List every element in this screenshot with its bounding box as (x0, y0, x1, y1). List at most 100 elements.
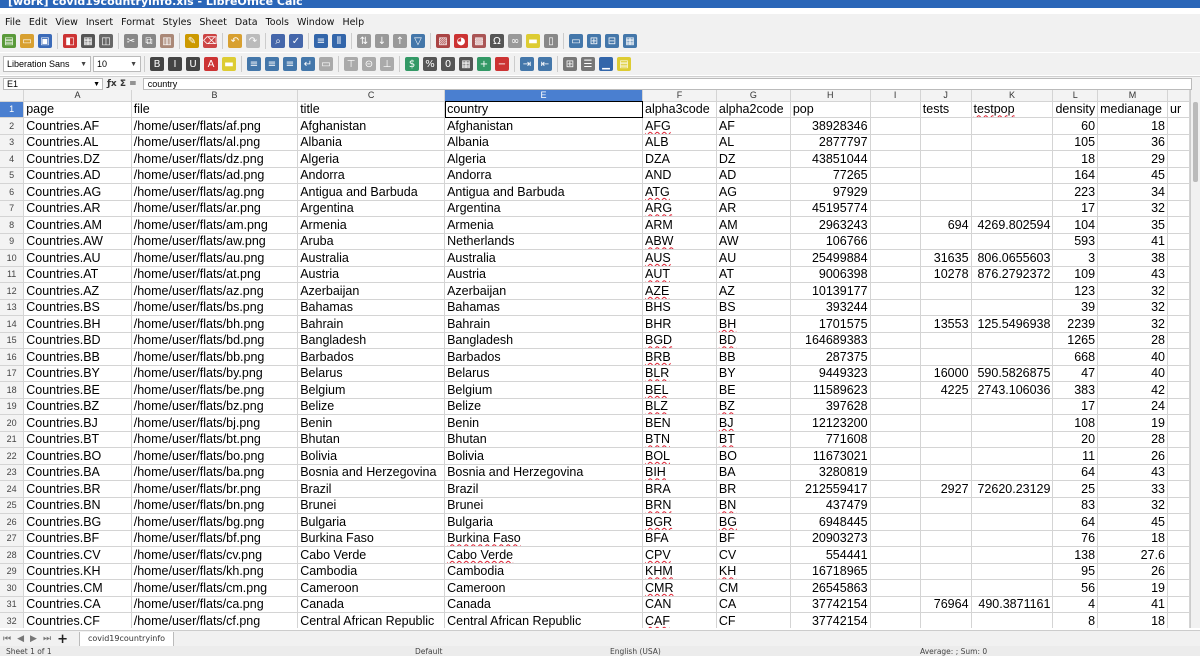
cell[interactable] (1167, 530, 1190, 547)
cell[interactable]: 47 (1052, 365, 1099, 382)
cell[interactable]: Countries.BA (23, 464, 132, 481)
split-window-icon[interactable]: ⊟ (605, 34, 619, 48)
row-header[interactable]: 4 (0, 150, 25, 168)
cell[interactable] (920, 117, 972, 135)
cell[interactable]: ATG (642, 183, 717, 201)
cell[interactable] (920, 464, 972, 481)
insert-chart-icon[interactable]: ◕ (454, 34, 468, 48)
cell[interactable] (870, 282, 921, 300)
cell[interactable]: 437479 (790, 497, 871, 514)
cell[interactable]: /home/user/flats/bz.png (131, 398, 299, 415)
cell[interactable]: Countries.DZ (23, 150, 132, 168)
cell[interactable]: Countries.AF (23, 117, 132, 135)
cell[interactable] (870, 563, 921, 580)
row-header[interactable]: 13 (0, 299, 25, 316)
new-document-icon[interactable]: ▤ (2, 34, 16, 48)
cell[interactable]: Canada (444, 596, 643, 613)
cell[interactable] (870, 266, 921, 283)
border-style-icon[interactable]: ☰ (581, 57, 595, 71)
cell[interactable] (1167, 150, 1190, 168)
cell[interactable] (920, 497, 972, 514)
cell[interactable]: 26 (1097, 563, 1169, 580)
menu-item-window[interactable]: Window (293, 17, 338, 28)
cell[interactable] (971, 299, 1054, 316)
row-header[interactable]: 12 (0, 282, 25, 300)
cell[interactable]: Benin (297, 414, 446, 432)
cell[interactable]: Countries.AT (23, 266, 132, 283)
cell[interactable]: /home/user/flats/bh.png (131, 315, 299, 333)
cell[interactable]: Countries.AU (23, 249, 132, 267)
cell[interactable]: /home/user/flats/bg.png (131, 513, 299, 531)
cell[interactable] (971, 464, 1054, 481)
cell[interactable]: Brazil (297, 480, 446, 498)
menu-item-edit[interactable]: Edit (25, 17, 51, 28)
cell[interactable] (920, 431, 972, 448)
cell[interactable]: Albania (297, 134, 446, 151)
cell[interactable]: /home/user/flats/am.png (131, 216, 299, 234)
cell[interactable]: CV (716, 546, 791, 564)
cell[interactable] (870, 579, 921, 597)
cell[interactable]: /home/user/flats/ba.png (131, 464, 299, 481)
cell[interactable]: 24 (1097, 398, 1169, 415)
cell[interactable]: /home/user/flats/ar.png (131, 200, 299, 217)
cell[interactable]: BLR (642, 365, 717, 382)
cell[interactable]: Bahrain (444, 315, 643, 333)
cell[interactable]: 876.2792372 (971, 266, 1054, 283)
cell[interactable] (870, 612, 921, 628)
cell[interactable]: BFA (642, 530, 717, 547)
row-header[interactable]: 17 (0, 365, 25, 382)
cell[interactable]: 37742154 (790, 596, 871, 613)
scrollbar-thumb[interactable] (1193, 102, 1198, 182)
redo-icon[interactable]: ↷ (246, 34, 260, 48)
cell[interactable] (971, 513, 1054, 531)
cell[interactable]: CF (716, 612, 791, 628)
cell[interactable]: file (131, 101, 299, 118)
cell[interactable]: 32 (1097, 282, 1169, 300)
cell[interactable]: Armenia (297, 216, 446, 234)
cell[interactable]: BGD (642, 332, 717, 349)
cell[interactable]: /home/user/flats/bj.png (131, 414, 299, 432)
cell[interactable]: 123 (1052, 282, 1099, 300)
clone-formatting-icon[interactable]: ✎ (185, 34, 199, 48)
cell[interactable] (920, 530, 972, 547)
cell[interactable]: BEL (642, 381, 717, 399)
menu-item-view[interactable]: View (51, 17, 82, 28)
row-header[interactable]: 14 (0, 315, 25, 333)
cell[interactable]: AT (716, 266, 791, 283)
cell[interactable] (1167, 464, 1190, 481)
cell[interactable]: 39 (1052, 299, 1099, 316)
menu-item-data[interactable]: Data (231, 17, 262, 28)
cell[interactable] (1167, 513, 1190, 531)
insert-image-icon[interactable]: ▨ (436, 34, 450, 48)
cell[interactable]: 32 (1097, 200, 1169, 217)
cell[interactable]: Bangladesh (297, 332, 446, 349)
cell[interactable]: 106766 (790, 233, 871, 250)
delete-decimal-icon[interactable]: − (495, 57, 509, 71)
cell[interactable]: Belarus (297, 365, 446, 382)
column-header[interactable]: K (971, 90, 1054, 102)
cell[interactable]: AD (716, 167, 791, 184)
cell[interactable]: Azerbaijan (297, 282, 446, 300)
cell[interactable]: BF (716, 530, 791, 547)
cell[interactable]: 32 (1097, 299, 1169, 316)
save-icon[interactable]: ▣ (38, 34, 52, 48)
last-sheet-icon[interactable]: ⏭ (43, 634, 51, 644)
cell[interactable]: Countries.AD (23, 167, 132, 184)
cell[interactable]: Bhutan (444, 431, 643, 448)
cell[interactable]: AL (716, 134, 791, 151)
cell[interactable]: 223 (1052, 183, 1099, 201)
decrease-indent-icon[interactable]: ⇤ (538, 57, 552, 71)
cell[interactable] (920, 167, 972, 184)
cell[interactable] (920, 332, 972, 349)
cell[interactable]: alpha2code (716, 101, 791, 118)
cell[interactable]: 393244 (790, 299, 871, 316)
cell[interactable] (920, 348, 972, 366)
cell[interactable]: country (444, 101, 643, 118)
cell[interactable] (870, 348, 921, 366)
cell[interactable]: BRA (642, 480, 717, 498)
cell[interactable]: Bolivia (444, 447, 643, 465)
row-icon[interactable]: ≡ (314, 34, 328, 48)
cell[interactable]: 18 (1097, 530, 1169, 547)
cell[interactable] (1167, 315, 1190, 333)
cell[interactable]: AR (716, 200, 791, 217)
